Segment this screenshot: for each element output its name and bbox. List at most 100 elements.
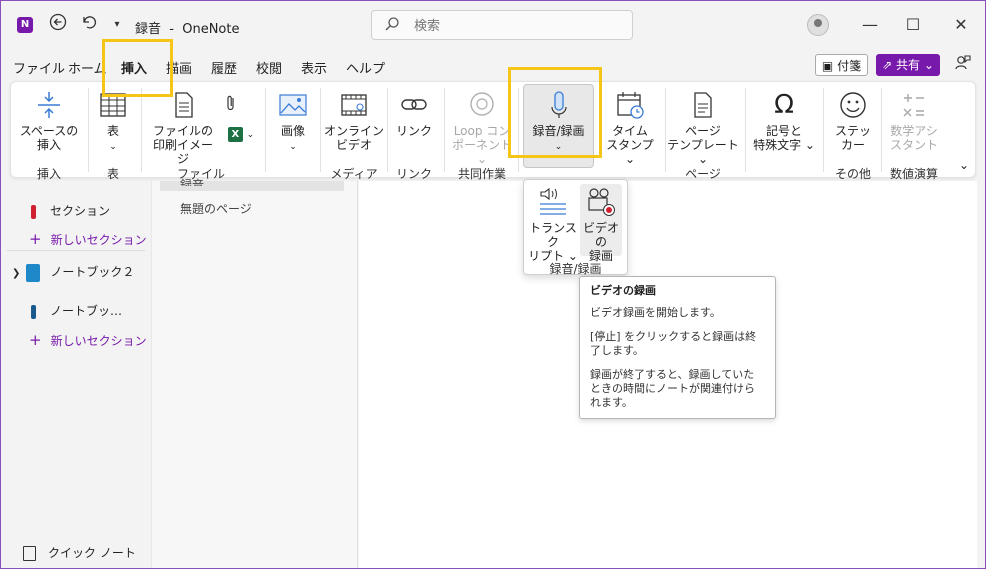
sticker-button[interactable]: ステッ カー bbox=[829, 90, 877, 152]
insert-space-label1: スペースの bbox=[19, 124, 79, 138]
ribbon-expand-chevron-icon[interactable]: ⌄ bbox=[955, 158, 973, 172]
transcribe-button[interactable]: トランスク リプト ⌄ bbox=[528, 184, 578, 263]
tooltip-line: ビデオ録画を開始します。 bbox=[590, 306, 721, 319]
group-label-page: ページ bbox=[685, 167, 721, 181]
search-input[interactable] bbox=[412, 18, 616, 35]
annotation-highlight-insert-tab bbox=[102, 39, 173, 97]
group-label-other: その他 bbox=[834, 167, 871, 181]
attach-file-button[interactable] bbox=[221, 94, 241, 115]
insert-space-button[interactable]: スペースの 挿入 bbox=[19, 90, 79, 152]
math-label1: 数学アシ bbox=[890, 124, 938, 138]
online-video-label2: ビデオ bbox=[335, 138, 372, 152]
back-arrow-icon[interactable] bbox=[46, 13, 70, 37]
timestamp-label2: スタンプ ⌄ bbox=[606, 138, 654, 166]
section-label: ノートブッ… bbox=[50, 304, 123, 318]
minimize-button[interactable]: — bbox=[856, 13, 884, 37]
tab-review[interactable]: 校閲 bbox=[256, 58, 282, 77]
math-assistant-button[interactable]: 数学アシ スタント bbox=[885, 90, 943, 152]
plus-icon: + bbox=[29, 230, 42, 248]
notebook-icon bbox=[26, 263, 41, 282]
separator bbox=[665, 88, 666, 172]
new-section-link[interactable]: + 新しいセクション bbox=[29, 230, 147, 248]
chevron-down-icon: ⌄ bbox=[246, 130, 255, 140]
separator bbox=[444, 88, 445, 172]
link-icon bbox=[401, 99, 427, 110]
share-icon: ⇗ bbox=[882, 58, 893, 72]
math-label2: スタント bbox=[889, 138, 938, 152]
chevron-down-icon: ⌄ bbox=[289, 142, 297, 152]
sticky-note-icon: ▣ bbox=[821, 59, 834, 73]
plus-icon: + bbox=[29, 331, 42, 349]
section-item[interactable]: セクション bbox=[31, 202, 110, 219]
window-title: 録音 - OneNote bbox=[135, 22, 240, 37]
page-template-button[interactable]: ページ テンプレート ⌄ bbox=[667, 90, 739, 166]
tab-file[interactable]: ファイル bbox=[13, 58, 65, 77]
tab-home[interactable]: ホーム bbox=[68, 58, 107, 77]
close-button[interactable]: ✕ bbox=[947, 13, 975, 37]
page-item-current[interactable]: 録音 bbox=[180, 176, 204, 186]
table-button[interactable]: 表 ⌄ bbox=[93, 90, 133, 154]
page-list-pane: 録音 無題のページ bbox=[151, 178, 358, 568]
separator bbox=[265, 88, 266, 172]
search-box[interactable] bbox=[371, 10, 633, 40]
section-item[interactable]: ノートブッ… bbox=[31, 302, 122, 319]
picture-button[interactable]: 画像 ⌄ bbox=[271, 90, 315, 154]
sticker-label1: ステッ bbox=[834, 124, 871, 138]
symbols-label1: 記号と bbox=[765, 124, 802, 138]
omega-icon: Ω bbox=[774, 90, 794, 120]
picture-label: 画像 bbox=[280, 124, 305, 138]
quick-notes-item[interactable]: クイック ノート bbox=[23, 544, 136, 561]
tooltip-line: [停止] をクリックすると録画は終了します。 bbox=[590, 330, 757, 357]
tab-help[interactable]: ヘルプ bbox=[346, 58, 385, 77]
link-label: リンク bbox=[395, 124, 432, 138]
quick-notes-icon bbox=[23, 546, 36, 561]
record-video-tooltip: ビデオの録画 ビデオ録画を開始します。 [停止] をクリックすると録画は終了しま… bbox=[579, 276, 776, 419]
chevron-down-icon: ⌄ bbox=[109, 142, 117, 152]
online-video-button[interactable]: オンライン ビデオ bbox=[324, 90, 384, 152]
smiley-icon bbox=[840, 92, 866, 118]
tab-history[interactable]: 履歴 bbox=[211, 58, 237, 77]
insert-space-label2: 挿入 bbox=[36, 138, 61, 152]
calendar-clock-icon bbox=[617, 92, 644, 119]
table-label: 表 bbox=[106, 124, 119, 138]
onenote-window: N ▾ 録音 - OneNote — ☐ ✕ ファイル ホーム 挿入 描画 履歴… bbox=[0, 0, 986, 569]
search-icon bbox=[384, 16, 400, 36]
loop-label1: Loop コン bbox=[453, 124, 511, 138]
sticky-notes-button[interactable]: ▣ 付箋 bbox=[815, 54, 868, 76]
loop-component-button[interactable]: Loop コン ポーネント ⌄ bbox=[451, 90, 513, 166]
loop-label2: ポーネント ⌄ bbox=[451, 138, 512, 166]
video-camera-icon bbox=[588, 188, 615, 216]
transcribe-label1: トランスク bbox=[529, 221, 577, 249]
chevron-down-icon[interactable]: ▾ bbox=[105, 13, 129, 37]
section-label: セクション bbox=[50, 204, 111, 218]
insert-spreadsheet-button[interactable]: X ⌄ bbox=[221, 126, 261, 142]
group-label-math: 数値演算 bbox=[889, 167, 938, 181]
link-button[interactable]: リンク bbox=[392, 90, 436, 138]
excel-icon: X bbox=[227, 127, 243, 142]
record-video-button[interactable]: ビデオの 録画 bbox=[580, 184, 622, 263]
undo-icon[interactable] bbox=[76, 13, 100, 37]
dropdown-group-label: 録音/録画 bbox=[549, 262, 602, 276]
timestamp-label1: タイム bbox=[612, 124, 648, 138]
tab-view[interactable]: 表示 bbox=[301, 58, 327, 77]
maximize-button[interactable]: ☐ bbox=[899, 13, 927, 37]
paperclip-icon bbox=[227, 95, 234, 111]
avatar[interactable] bbox=[807, 14, 829, 36]
group-label-collab: 共同作業 bbox=[457, 167, 506, 181]
feedback-icon[interactable] bbox=[952, 54, 974, 76]
file-printout-button[interactable]: ファイルの 印刷イメージ bbox=[148, 90, 218, 166]
new-section-link[interactable]: + 新しいセクション bbox=[29, 331, 147, 349]
page-template-label1: ページ bbox=[685, 124, 721, 138]
group-label-table: 表 bbox=[106, 167, 119, 181]
notebook-nav-pane: セクション + 新しいセクション ❯ ノートブック２ ノートブッ… + 新しいセクショ… bbox=[1, 181, 151, 568]
page-item[interactable]: 無題のページ bbox=[180, 200, 252, 217]
file-printout-label1: ファイルの bbox=[152, 124, 213, 138]
symbols-button[interactable]: Ω 記号と 特殊文字 ⌄ bbox=[749, 90, 819, 152]
separator bbox=[141, 88, 142, 172]
share-button[interactable]: ⇗ 共有 ⌄ bbox=[876, 54, 940, 76]
notebook-item[interactable]: ❯ ノートブック２ bbox=[12, 263, 134, 282]
online-video-label1: オンライン bbox=[324, 124, 385, 138]
separator bbox=[88, 88, 89, 172]
timestamp-button[interactable]: タイム スタンプ ⌄ bbox=[601, 90, 659, 166]
new-section-label: 新しいセクション bbox=[50, 334, 147, 348]
